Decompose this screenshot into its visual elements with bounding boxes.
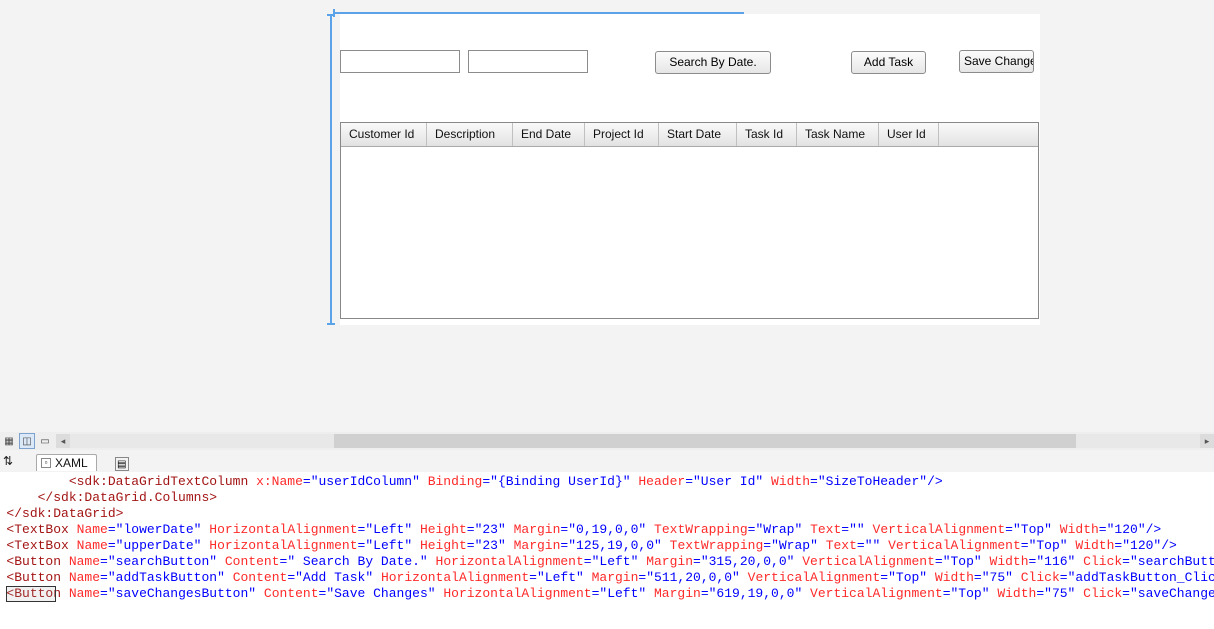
datagrid-body[interactable] xyxy=(341,147,1038,318)
pin-icon[interactable]: ▫ xyxy=(41,458,51,468)
col-start-date[interactable]: Start Date xyxy=(659,123,737,146)
tab-xaml-label: XAML xyxy=(55,456,88,470)
xaml-code-editor[interactable]: <sdk:DataGridTextColumn x:Name="userIdCo… xyxy=(0,472,1214,629)
upperdate-textbox[interactable] xyxy=(468,50,588,73)
designer-splitter-toolbar[interactable]: ▦ ◫ ▭ ◂ ▸ xyxy=(0,432,1214,450)
scroll-left-arrow-icon[interactable]: ◂ xyxy=(56,434,70,448)
layout-vertical-icon[interactable]: ◫ xyxy=(19,433,35,449)
code-content: <sdk:DataGridTextColumn x:Name="userIdCo… xyxy=(0,472,1214,629)
editor-tabs: ▫ XAML ▤ xyxy=(36,454,129,471)
col-filler xyxy=(939,123,1038,146)
layout-horizontal-icon[interactable]: ▦ xyxy=(1,433,17,449)
col-customer-id[interactable]: Customer Id xyxy=(341,123,427,146)
designer-pane: Search By Date. Add Task Save Changes Cu… xyxy=(0,0,1214,432)
ruler-vertical xyxy=(330,14,332,325)
swap-panes-icon[interactable]: ▭ xyxy=(37,433,53,449)
col-task-name[interactable]: Task Name xyxy=(797,123,879,146)
horizontal-scrollbar[interactable]: ◂ ▸ xyxy=(56,434,1214,448)
scrollbar-thumb[interactable] xyxy=(334,434,1076,448)
col-description[interactable]: Description xyxy=(427,123,513,146)
col-end-date[interactable]: End Date xyxy=(513,123,585,146)
search-by-date-button[interactable]: Search By Date. xyxy=(655,51,771,74)
col-user-id[interactable]: User Id xyxy=(879,123,939,146)
datagrid-header: Customer Id Description End Date Project… xyxy=(341,123,1038,147)
sync-views-icon[interactable]: ⇅ xyxy=(3,454,13,468)
design-surface[interactable]: Search By Date. Add Task Save Changes Cu… xyxy=(340,14,1040,325)
lowerdate-textbox[interactable] xyxy=(340,50,460,73)
save-changes-button[interactable]: Save Changes xyxy=(959,50,1034,73)
tasks-datagrid[interactable]: Customer Id Description End Date Project… xyxy=(340,122,1039,319)
scroll-right-arrow-icon[interactable]: ▸ xyxy=(1200,434,1214,448)
tab-xaml[interactable]: ▫ XAML xyxy=(36,454,97,471)
document-outline-icon[interactable]: ▤ xyxy=(115,457,129,471)
col-project-id[interactable]: Project Id xyxy=(585,123,659,146)
add-task-button[interactable]: Add Task xyxy=(851,51,926,74)
col-task-id[interactable]: Task Id xyxy=(737,123,797,146)
